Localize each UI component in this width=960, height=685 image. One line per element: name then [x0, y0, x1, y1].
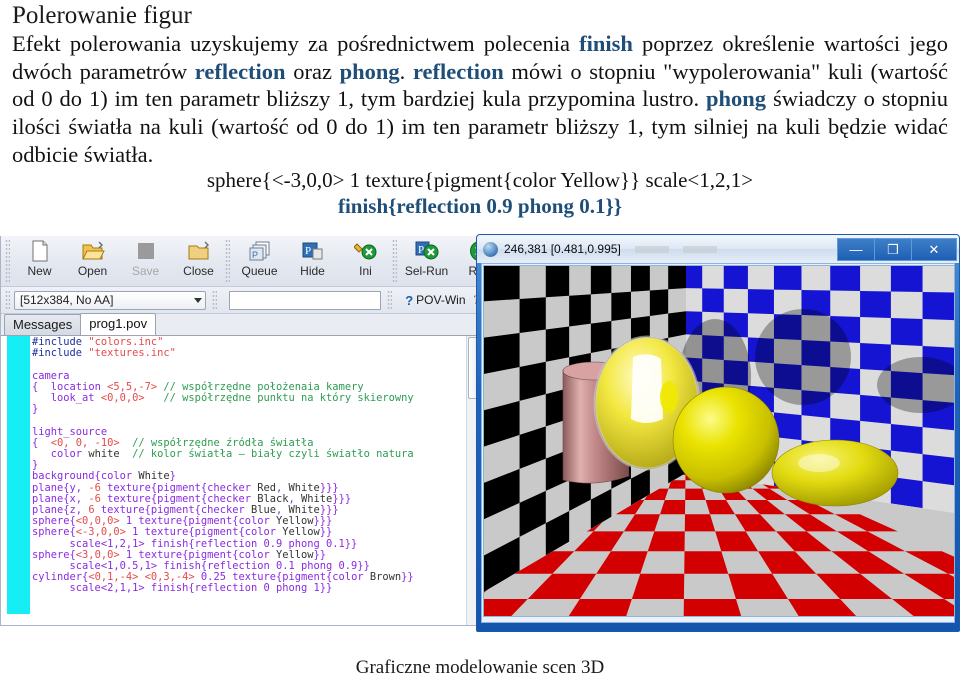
- open-folder-icon: [81, 239, 105, 263]
- slide-text-block: Polerowanie figur Efekt polerowania uzys…: [12, 2, 948, 220]
- inline-keyword: phong: [706, 86, 767, 112]
- povray-app-icon: [483, 241, 498, 257]
- window-controls: — ❐ ✕: [837, 238, 957, 261]
- editor-source-code[interactable]: #include "colors.inc" #include "textures…: [32, 336, 414, 595]
- hide-icon: P: [301, 239, 325, 263]
- toolbar-grip[interactable]: [225, 239, 230, 283]
- resolution-dropdown-value: [512x384, No AA]: [20, 293, 114, 307]
- slide-footer: Graficzne modelowanie scen 3D: [355, 657, 605, 678]
- close-button[interactable]: ✕: [911, 238, 957, 261]
- toolbar-button-open[interactable]: Open: [66, 236, 119, 283]
- help-toolbar-grip[interactable]: [387, 289, 393, 311]
- document-tabs: Messages prog1.pov: [1, 313, 483, 336]
- queue-icon: P: [248, 239, 272, 263]
- inline-keyword: reflection: [194, 58, 286, 84]
- document-tab-messages[interactable]: Messages: [4, 314, 82, 335]
- toolbar-button-label: Queue: [241, 264, 278, 278]
- svg-text:P: P: [305, 245, 311, 257]
- toolbar: NewOpenSaveClosePQueuePHideIniPSel-RunRu…: [1, 236, 483, 287]
- code-example-line-2: finish{reflection 0.9 phong 0.1}}: [337, 193, 623, 218]
- toolbar-button-sel-run[interactable]: P Sel-Run: [400, 236, 453, 283]
- options-toolbar: [512x384, No AA] ? POV-Win ?: [1, 287, 483, 314]
- toolbar-button-label: New: [27, 264, 52, 278]
- toolbar-button-label: Close: [183, 264, 214, 278]
- chevron-down-icon: [194, 297, 203, 303]
- toolbar-button-label: Open: [77, 264, 108, 278]
- minimize-button[interactable]: —: [837, 238, 874, 261]
- resolution-dropdown[interactable]: [512x384, No AA]: [14, 290, 207, 310]
- inline-keyword: reflection: [412, 58, 504, 84]
- toolbar-button-save: Save: [119, 236, 172, 283]
- toolbar-button-label: Sel-Run: [404, 264, 449, 278]
- maximize-button[interactable]: ❐: [874, 238, 911, 261]
- toolbar-button-close[interactable]: Close: [172, 236, 225, 283]
- slide-paragraph: Efekt polerowania uzyskujemy za pośredni…: [12, 31, 949, 167]
- toolbar-button-label: Save: [131, 264, 160, 278]
- toolbar-button-queue[interactable]: P Queue: [233, 236, 286, 283]
- inline-keyword: phong: [339, 58, 400, 84]
- search-input[interactable]: [229, 290, 382, 310]
- options-toolbar-grip[interactable]: [5, 289, 10, 311]
- new-file-icon: [29, 239, 51, 263]
- code-editor[interactable]: #include "colors.inc" #include "textures…: [1, 336, 483, 625]
- render-window: 246,381 [0.481,0.995] — ❐ ✕: [476, 234, 960, 632]
- inline-keyword: finish: [579, 31, 633, 56]
- povray-editor-window: NewOpenSaveClosePQueuePHideIniPSel-RunRu…: [0, 236, 484, 626]
- toolbar-button-ini[interactable]: Ini: [339, 236, 392, 283]
- toolbar-button-label: Hide: [300, 264, 325, 278]
- pov-win-help-button[interactable]: ? POV-Win: [405, 293, 465, 308]
- toolbar-button-label: Ini: [359, 264, 372, 278]
- toolbar-grip[interactable]: [5, 239, 10, 283]
- toolbar-button-new[interactable]: New: [13, 236, 66, 283]
- close-folder-icon: [187, 239, 211, 263]
- search-toolbar-grip[interactable]: [212, 289, 218, 311]
- sel-run-icon: P: [415, 239, 439, 263]
- editor-gutter: [7, 336, 30, 614]
- document-tab-prog1-pov[interactable]: prog1.pov: [80, 313, 157, 335]
- pov-win-help-label: POV-Win: [416, 293, 466, 307]
- question-mark-icon: ?: [405, 292, 414, 308]
- toolbar-button-hide[interactable]: P Hide: [286, 236, 339, 283]
- page-title: Polerowanie figur: [12, 2, 192, 29]
- rendered-3d-scene: [483, 265, 954, 617]
- ini-icon: [353, 239, 378, 263]
- slide-page: Polerowanie figur Efekt polerowania uzys…: [0, 0, 960, 685]
- svg-text:P: P: [252, 250, 258, 260]
- render-window-titlebar[interactable]: 246,381 [0.481,0.995] — ❐ ✕: [477, 235, 959, 263]
- titlebar-faded-text: [634, 245, 717, 253]
- svg-text:P: P: [418, 244, 424, 256]
- render-coordinates-label: 246,381 [0.481,0.995]: [504, 242, 621, 256]
- toolbar-grip[interactable]: [392, 239, 397, 283]
- code-example-line-1: sphere{<-3,0,0> 1 texture{pigment{color …: [206, 168, 754, 193]
- save-icon: [135, 239, 157, 263]
- render-canvas-frame: [481, 263, 955, 623]
